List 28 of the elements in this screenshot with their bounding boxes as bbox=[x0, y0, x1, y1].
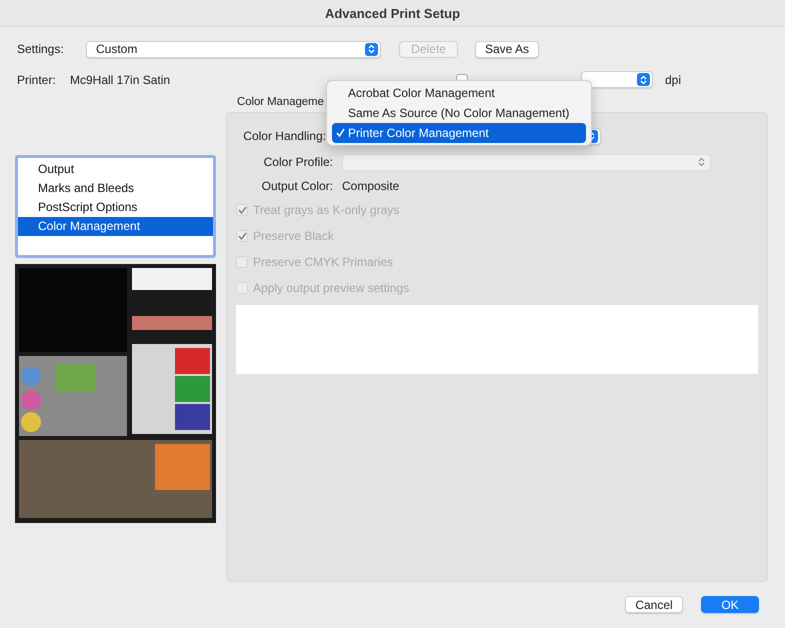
section-item[interactable]: PostScript Options bbox=[18, 198, 213, 217]
resolution-dropdown[interactable] bbox=[581, 71, 653, 88]
settings-value: Custom bbox=[96, 42, 138, 56]
ok-button[interactable]: OK bbox=[701, 596, 759, 613]
printer-label: Printer: bbox=[17, 73, 57, 87]
printer-name: Mc9Hall 17in Satin bbox=[70, 73, 170, 87]
group-title: Color Manageme bbox=[237, 96, 324, 110]
save-as-button[interactable]: Save As bbox=[475, 40, 539, 58]
output-color-value: Composite bbox=[342, 179, 400, 193]
cancel-button[interactable]: Cancel bbox=[625, 596, 683, 613]
option-label: Apply output preview settings bbox=[253, 281, 410, 295]
menu-item[interactable]: Printer Color Management bbox=[332, 123, 586, 143]
output-color-label: Output Color: bbox=[260, 179, 333, 193]
settings-dropdown[interactable]: Custom bbox=[86, 40, 381, 58]
color-profile-label: Color Profile: bbox=[262, 155, 333, 169]
unit-label: dpi bbox=[665, 72, 682, 86]
checkmark-icon bbox=[336, 128, 345, 137]
section-item[interactable]: Output bbox=[18, 160, 213, 179]
menu-item[interactable]: Acrobat Color Management bbox=[332, 83, 586, 103]
option-label: Treat grays as K-only grays bbox=[253, 203, 400, 217]
option-label: Preserve CMYK Primaries bbox=[253, 255, 394, 269]
option-label: Preserve Black bbox=[253, 229, 334, 243]
window-title: Advanced Print Setup bbox=[324, 6, 460, 20]
settings-label: Settings: bbox=[17, 42, 65, 56]
section-item[interactable]: Color Management bbox=[18, 217, 213, 236]
menu-item[interactable]: Same As Source (No Color Management) bbox=[332, 103, 586, 123]
section-item[interactable]: Marks and Bleeds bbox=[18, 179, 213, 198]
color-handling-label: Color Handling: bbox=[242, 129, 326, 143]
